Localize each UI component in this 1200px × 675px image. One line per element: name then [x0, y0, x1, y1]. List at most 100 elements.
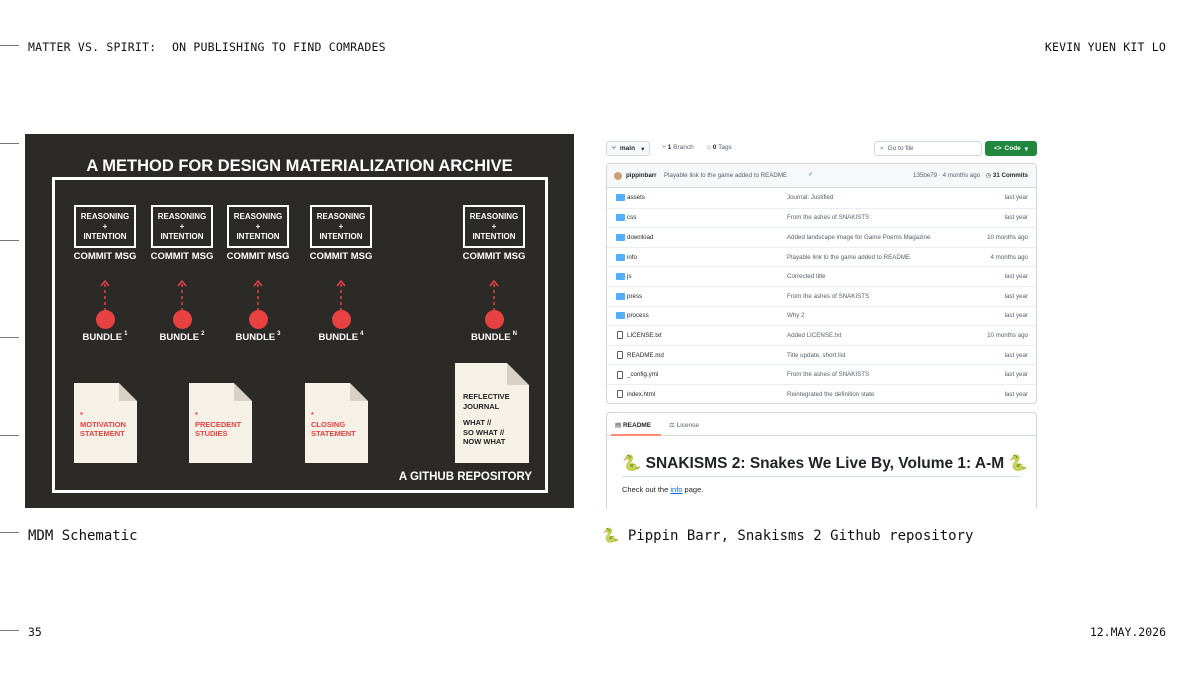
bundle-dot — [484, 310, 504, 329]
commit-message[interactable]: Why 2 — [787, 312, 805, 319]
divider — [622, 476, 1021, 477]
readme-tabs: ▤ README ⚖ License — [607, 413, 1036, 436]
tab-readme[interactable]: ▤ README — [615, 421, 651, 429]
code-icon: <> — [993, 145, 1002, 152]
commit-date: 10 months ago — [987, 233, 1028, 241]
file-name[interactable]: css — [627, 214, 636, 221]
table-row[interactable]: info Playable link to the game added to R… — [607, 246, 1036, 267]
commit-msg-label: COMMIT MSG — [309, 251, 373, 262]
doc-text: NOW WHAT — [463, 437, 506, 446]
table-row[interactable]: css From the ashes of SNAKISTS last year — [607, 207, 1036, 228]
commit-date: last year — [1004, 194, 1028, 202]
commit-message[interactable]: Added LICENSE.txt — [787, 332, 841, 339]
box-text: INTENTION — [236, 231, 280, 241]
file-name[interactable]: LICENSE.txt — [627, 332, 662, 339]
table-row[interactable]: process Why 2 last year — [607, 305, 1036, 326]
table-row[interactable]: index.html Reintegrated the definition st… — [607, 383, 1036, 403]
table-row[interactable]: press From the ashes of SNAKISTS last year — [607, 285, 1036, 306]
box-text: INTENTION — [472, 231, 516, 241]
reasoning-intention-box: REASONING + INTENTION — [74, 205, 136, 248]
github-repository-label: A GITHUB REPOSITORY — [398, 471, 532, 483]
tab-readme-label: README — [622, 422, 652, 429]
commit-date: last year — [1004, 312, 1028, 320]
commits-link[interactable]: ◷ 31 Commits — [986, 172, 1028, 179]
file-name[interactable]: _config.yml — [627, 371, 658, 378]
commit-date: last year — [1004, 292, 1028, 300]
margin-tick — [0, 337, 19, 338]
doc-text: STATEMENT — [80, 429, 125, 438]
commit-message[interactable]: Journal: Justified — [787, 194, 833, 201]
margin-tick — [0, 143, 19, 144]
bundle-dot — [248, 310, 268, 329]
bundle-text: BUNDLE — [159, 332, 200, 343]
commit-date: last year — [1004, 273, 1028, 281]
search-icon: ⌕ — [880, 144, 884, 152]
table-row[interactable]: LICENSE.txt Added LICENSE.txt 10 months ag… — [607, 325, 1036, 345]
chevron-down-icon: ▾ — [641, 145, 645, 153]
commit-message[interactable]: Title update, short list — [787, 352, 846, 359]
asterisk: * — [311, 410, 314, 419]
table-row[interactable]: _config.yml From the ashes of SNAKISTS las… — [607, 364, 1036, 384]
box-text: REASONING — [157, 211, 207, 221]
box-text: + — [179, 221, 185, 231]
box-text: INTENTION — [319, 231, 363, 241]
commit-message[interactable]: Corrected title — [787, 273, 826, 280]
bundle-label: BUNDLE 4 — [296, 331, 386, 343]
commit-message[interactable]: Added landscape image for Game Poems Mag… — [787, 234, 930, 241]
table-row[interactable]: js Corrected title last year — [607, 266, 1036, 286]
arrow-up-icon — [489, 280, 499, 312]
file-name[interactable]: download — [627, 234, 654, 241]
github-repository-screenshot: ⑂ main ▾ ⑂ 1 Branch ⌂ 0 Tags ⌕ Go to fil… — [602, 134, 1042, 509]
file-name[interactable]: info — [627, 254, 637, 261]
branch-selector[interactable]: ⑂ main ▾ — [606, 141, 651, 156]
folder-icon — [616, 273, 625, 281]
tab-license[interactable]: ⚖ License — [669, 421, 699, 429]
footer-date: 12.MAY.2026 — [1089, 625, 1166, 639]
readme-panel: ▤ README ⚖ License 🐍 SNAKISMS 2: Snakes … — [606, 412, 1037, 509]
commit-message[interactable]: Reintegrated the definition state — [787, 391, 874, 398]
commit-author[interactable]: pippinbarr — [626, 172, 657, 179]
doc-text: PRECEDENT — [195, 419, 242, 429]
commit-msg-label: COMMIT MSG — [226, 251, 290, 262]
commit-message[interactable]: From the ashes of SNAKISTS — [787, 214, 869, 221]
branch-icon: ⑂ — [662, 144, 666, 151]
latest-commit-bar: pippinbarr Playable link to the game add… — [607, 164, 1036, 188]
bundle-text: BUNDLE — [318, 332, 359, 343]
table-row[interactable]: README.md Title update, short list last ye… — [607, 344, 1036, 365]
table-row[interactable]: assets Journal: Justified last year — [607, 188, 1036, 208]
box-text: REASONING — [80, 211, 130, 221]
reflective-journal-document: REFLECTIVE JOURNAL WHAT //SO WHAT //NOW W… — [455, 363, 529, 463]
commit-message[interactable]: From the ashes of SNAKISTS — [787, 293, 869, 300]
file-name[interactable]: index.html — [627, 391, 655, 398]
box-text: + — [255, 221, 261, 231]
table-row[interactable]: download Added landscape image for Game P… — [607, 227, 1036, 247]
file-name[interactable]: process — [627, 312, 649, 319]
doc-text: SO WHAT // — [463, 427, 505, 437]
box-text: REASONING — [469, 211, 519, 221]
reasoning-intention-box: REASONING + INTENTION — [227, 205, 289, 248]
commit-message[interactable]: Playable link to the game added to READM… — [664, 172, 787, 179]
folder-icon — [616, 194, 625, 202]
tags-count: 0 — [712, 144, 717, 151]
info-link[interactable]: info — [670, 485, 682, 494]
bundle-dot — [95, 310, 115, 329]
file-name[interactable]: assets — [627, 194, 645, 201]
box-text: + — [338, 221, 344, 231]
tags-link[interactable]: ⌂ 0 Tags — [707, 144, 732, 151]
asterisk: * — [80, 410, 83, 419]
para-text: Check out the — [622, 485, 671, 494]
branches-link[interactable]: ⑂ 1 Branch — [662, 144, 694, 151]
code-button[interactable]: <> Code ▾ — [985, 141, 1037, 156]
commits-count: 31 — [992, 172, 1000, 179]
margin-tick — [0, 532, 19, 533]
box-text: REASONING — [316, 211, 366, 221]
go-to-file-input[interactable]: ⌕ Go to file — [874, 141, 982, 156]
file-name[interactable]: README.md — [627, 352, 664, 359]
file-name[interactable]: press — [627, 293, 642, 300]
commit-message[interactable]: From the ashes of SNAKISTS — [787, 371, 869, 378]
commit-message[interactable]: Playable link to the game added to READM… — [787, 254, 910, 261]
reasoning-intention-box: REASONING + INTENTION — [310, 205, 372, 248]
folder-icon — [616, 292, 625, 300]
file-table: pippinbarr Playable link to the game add… — [606, 163, 1037, 404]
file-name[interactable]: js — [627, 273, 631, 280]
